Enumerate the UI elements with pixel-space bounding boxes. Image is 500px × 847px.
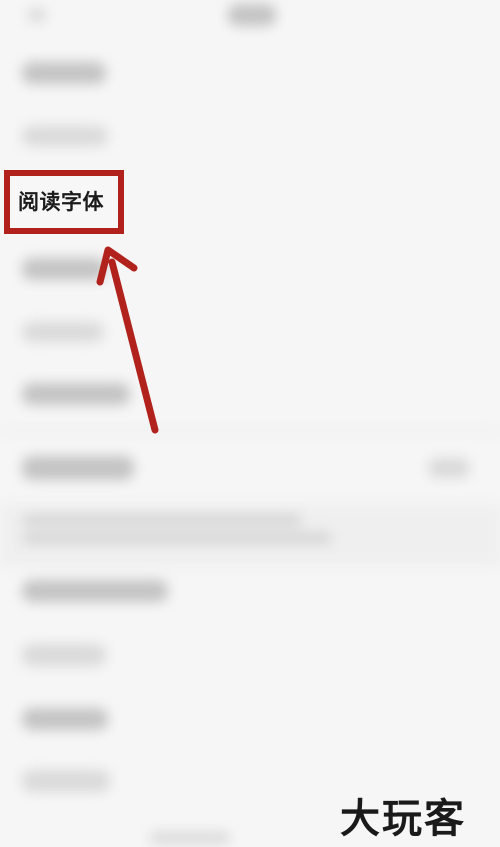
- list-item-placeholder[interactable]: [22, 322, 104, 342]
- toggle-placeholder[interactable]: [428, 458, 470, 478]
- list-item-placeholder[interactable]: [22, 383, 130, 405]
- back-icon: [28, 8, 46, 22]
- list-item-placeholder[interactable]: [22, 258, 106, 280]
- description-placeholder: [22, 514, 302, 526]
- list-item-placeholder[interactable]: [22, 708, 108, 730]
- list-item-placeholder[interactable]: [22, 644, 106, 666]
- reading-font-label[interactable]: 阅读字体: [18, 186, 104, 216]
- list-item-placeholder[interactable]: [22, 62, 106, 84]
- list-item-placeholder[interactable]: [22, 770, 110, 792]
- description-placeholder: [22, 532, 332, 544]
- page-title-placeholder: [228, 4, 276, 26]
- blurred-settings-list: [0, 0, 500, 847]
- settings-screen: 阅读字体 大玩客: [0, 0, 500, 847]
- list-item-placeholder[interactable]: [22, 456, 134, 480]
- list-item-placeholder[interactable]: [22, 126, 108, 146]
- list-item-placeholder[interactable]: [22, 580, 168, 602]
- watermark-text: 大玩客: [340, 796, 466, 842]
- list-item-placeholder[interactable]: [150, 832, 230, 844]
- section-divider: [0, 430, 500, 432]
